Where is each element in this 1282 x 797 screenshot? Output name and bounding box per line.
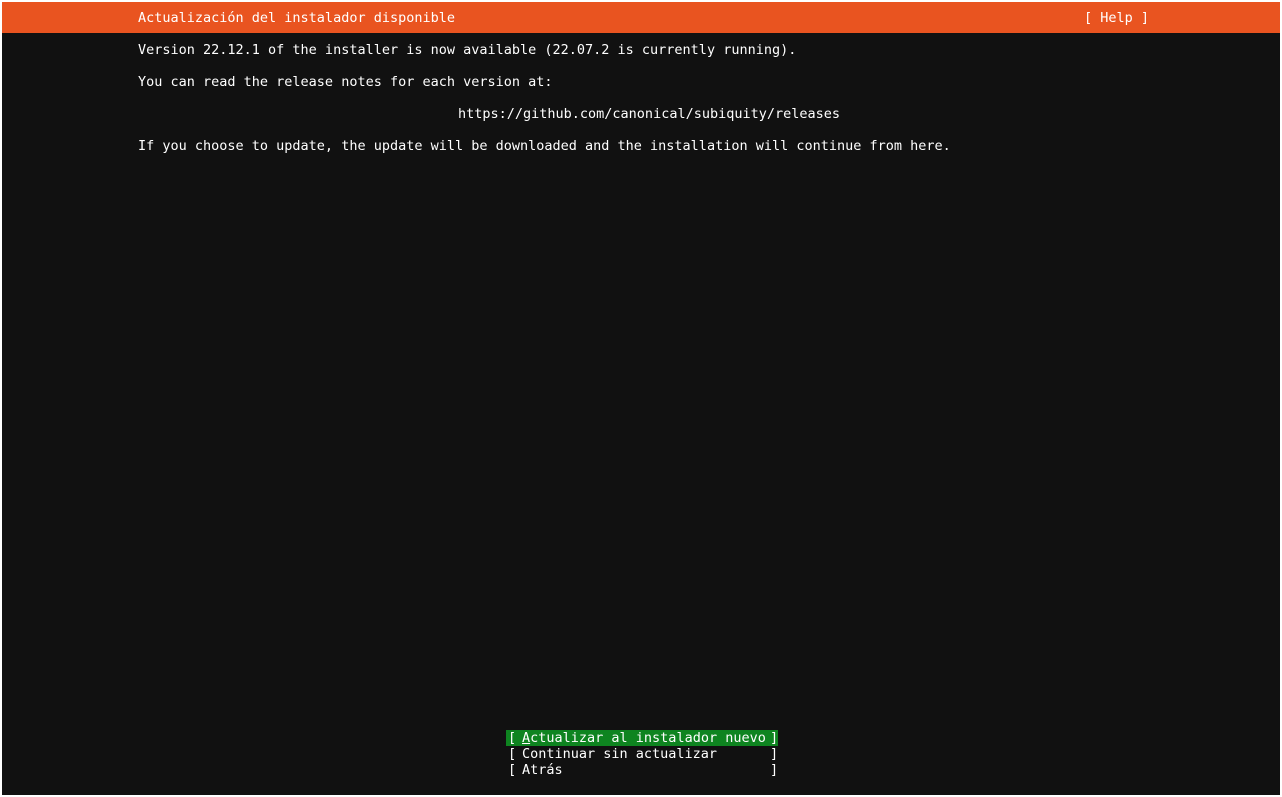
page-title: Actualización del instalador disponible: [138, 10, 455, 26]
back-label: Atrás: [522, 762, 563, 778]
installer-screen: Actualización del instalador disponible …: [2, 2, 1280, 795]
bracket-close: ]: [770, 730, 779, 746]
help-button[interactable]: [ Help ]: [1084, 10, 1149, 27]
bracket-open: [: [508, 746, 517, 762]
release-notes-url[interactable]: https://github.com/canonical/subiquity/r…: [458, 106, 840, 123]
update-installer-label-rest: ctualizar al instalador nuevo: [530, 730, 766, 746]
hotkey-letter: A: [522, 730, 531, 746]
continue-label: Continuar sin actualizar: [522, 746, 718, 762]
release-notes-text: You can read the release notes for each …: [138, 74, 553, 90]
bracket-open: [: [508, 730, 517, 746]
continue-without-update-button[interactable]: [ Continuar sin actualizar ]: [506, 746, 778, 762]
update-info-text: If you choose to update, the update will…: [138, 138, 951, 154]
update-installer-button[interactable]: [ Actualizar al instalador nuevo ]: [506, 730, 778, 746]
bracket-close: ]: [770, 746, 779, 762]
button-group: [ Actualizar al instalador nuevo ] [ Con…: [506, 730, 780, 778]
version-text: Version 22.12.1 of the installer is now …: [138, 42, 797, 58]
header-bar: Actualización del instalador disponible …: [2, 2, 1280, 33]
bracket-close: ]: [770, 762, 779, 778]
back-button[interactable]: [ Atrás ]: [506, 762, 778, 778]
bracket-open: [: [508, 762, 517, 778]
update-installer-label: Actualizar al instalador nuevo: [522, 730, 766, 746]
